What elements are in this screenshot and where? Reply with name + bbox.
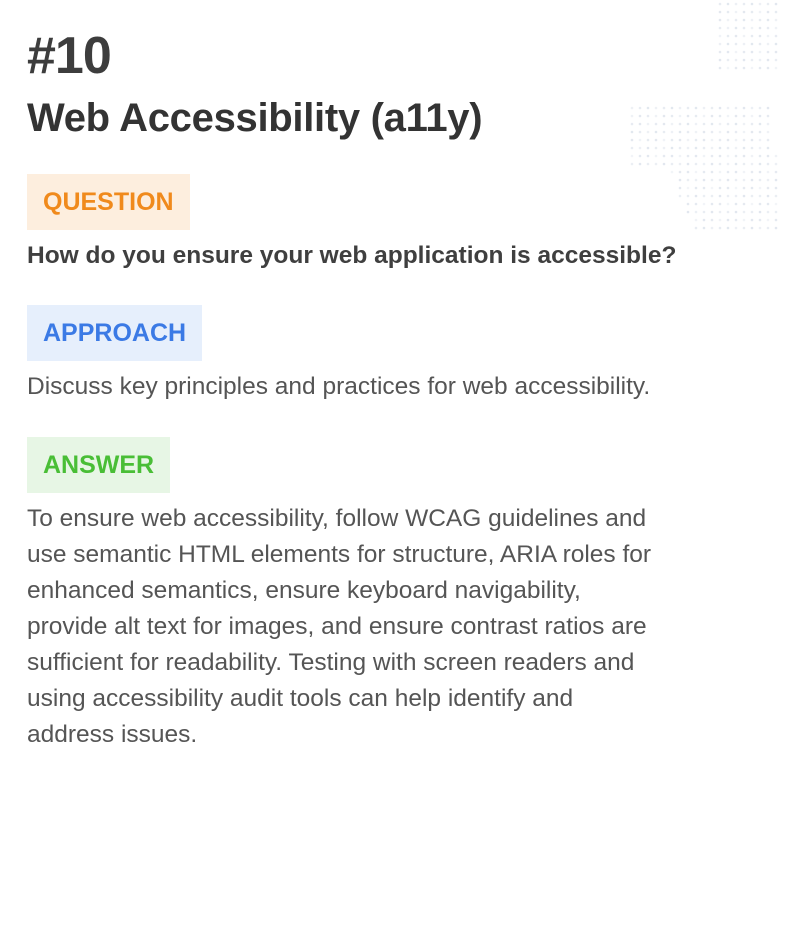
- dot-pattern-icon: [630, 2, 778, 230]
- answer-line: address issues.: [27, 721, 198, 748]
- answer-line: sufficient for readability. Testing with…: [27, 649, 635, 676]
- answer-line: enhanced semantics, ensure keyboard navi…: [27, 577, 581, 604]
- card-number: #10: [27, 27, 112, 85]
- question-badge: QUESTION: [27, 174, 190, 230]
- question-text: How do you ensure your web application i…: [27, 242, 677, 269]
- answer-line: To ensure web accessibility, follow WCAG…: [27, 505, 647, 532]
- answer-line: using accessibility audit tools can help…: [27, 685, 574, 712]
- page-title: Web Accessibility (a11y): [27, 96, 483, 140]
- approach-badge: APPROACH: [27, 305, 203, 361]
- answer-text: To ensure web accessibility, follow WCAG…: [27, 501, 752, 753]
- answer-line: use semantic HTML elements for structure…: [27, 541, 652, 568]
- answer-line: provide alt text for images, and ensure …: [27, 613, 647, 640]
- answer-badge: ANSWER: [27, 437, 171, 493]
- approach-text: Discuss key principles and practices for…: [27, 373, 651, 400]
